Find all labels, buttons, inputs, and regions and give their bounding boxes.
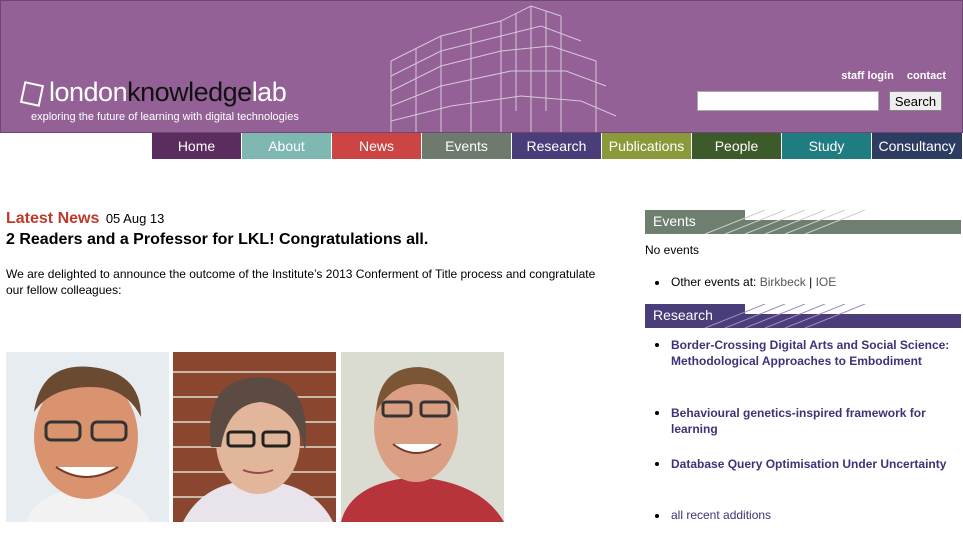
- colleague-photo-1: [6, 352, 169, 522]
- latest-news-line: Latest News 05 Aug 13: [6, 210, 164, 228]
- logo-wordmark: londonknowledgelab: [49, 77, 287, 108]
- ioe-link[interactable]: IOE: [816, 275, 837, 289]
- site-logo[interactable]: londonknowledgelab exploring the future …: [15, 77, 315, 129]
- logo-word-knowledge: knowledge: [127, 77, 252, 107]
- news-date: 05 Aug 13: [105, 211, 165, 226]
- latest-news-label: Latest News: [6, 210, 100, 227]
- other-events-row: Other events at: Birkbeck | IOE: [655, 275, 836, 289]
- research-item-link[interactable]: Database Query Optimisation Under Uncert…: [671, 456, 946, 472]
- news-body: We are delighted to announce the outcome…: [6, 267, 596, 297]
- nav-item-home[interactable]: Home: [152, 133, 242, 159]
- logo-word-london: london: [49, 77, 128, 107]
- site-header: londonknowledgelab exploring the future …: [0, 0, 963, 133]
- staff-login-link[interactable]: staff login: [841, 70, 894, 82]
- research-item: Border-Crossing Digital Arts and Social …: [655, 337, 955, 369]
- news-headline[interactable]: 2 Readers and a Professor for LKL! Congr…: [6, 231, 428, 249]
- research-item: Behavioural genetics-inspired framework …: [655, 405, 955, 437]
- research-section-title: Research: [653, 307, 713, 323]
- bullet-icon: [655, 462, 659, 466]
- research-item-link[interactable]: Border-Crossing Digital Arts and Social …: [671, 337, 955, 369]
- logo-square-icon: [19, 81, 45, 107]
- bullet-icon: [655, 411, 659, 415]
- research-section-header: Research: [645, 304, 961, 328]
- colleague-photo-2: [173, 352, 336, 522]
- nav-item-news[interactable]: News: [332, 133, 422, 159]
- all-recent-additions-link[interactable]: all recent additions: [671, 508, 771, 522]
- research-item: Database Query Optimisation Under Uncert…: [655, 456, 955, 472]
- logo-tagline: exploring the future of learning with di…: [31, 111, 299, 123]
- colleague-photo-3: [341, 352, 504, 522]
- bullet-icon: [655, 343, 659, 347]
- bullet-icon: [655, 281, 659, 285]
- search-input[interactable]: [697, 91, 879, 111]
- nav-item-research[interactable]: Research: [512, 133, 602, 159]
- no-events-text: No events: [645, 243, 700, 257]
- link-separator: |: [809, 275, 813, 289]
- events-section-header: Events: [645, 210, 961, 234]
- nav-item-publications[interactable]: Publications: [602, 133, 692, 159]
- contact-link[interactable]: contact: [907, 70, 946, 82]
- nav-item-events[interactable]: Events: [422, 133, 512, 159]
- birkbeck-link[interactable]: Birkbeck: [760, 275, 806, 289]
- research-item-link[interactable]: Behavioural genetics-inspired framework …: [671, 405, 955, 437]
- building-illustration: [390, 5, 617, 132]
- all-recent-row: all recent additions: [655, 508, 771, 522]
- logo-word-lab: lab: [251, 77, 287, 107]
- nav-item-consultancy[interactable]: Consultancy: [872, 133, 962, 159]
- search-button[interactable]: Search: [889, 91, 942, 111]
- nav-item-about[interactable]: About: [242, 133, 332, 159]
- utility-links: staff login contact: [831, 70, 946, 82]
- nav-item-people[interactable]: People: [692, 133, 782, 159]
- events-section-title: Events: [653, 213, 696, 229]
- main-navigation: Home About News Events Research Publications P…: [152, 133, 962, 159]
- bullet-icon: [655, 514, 659, 518]
- nav-item-study[interactable]: Study: [782, 133, 872, 159]
- other-events-label: Other events at:: [671, 275, 757, 289]
